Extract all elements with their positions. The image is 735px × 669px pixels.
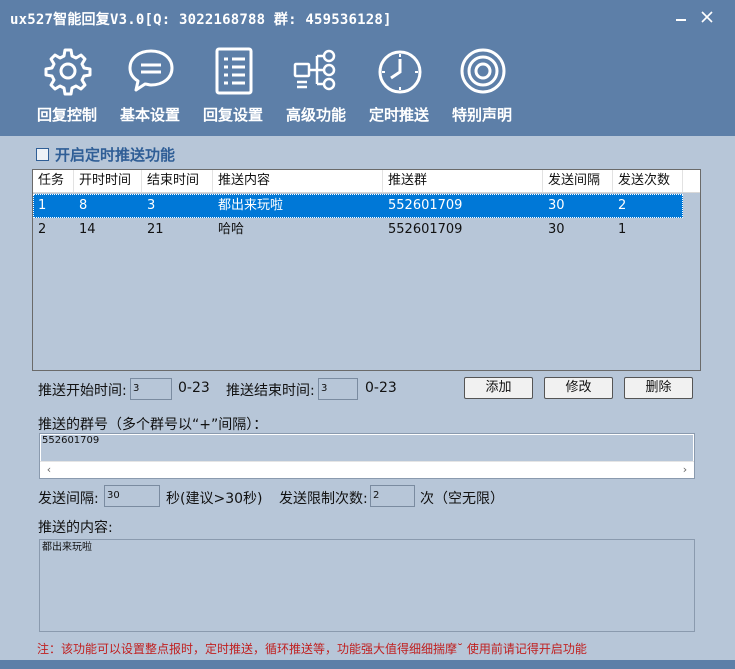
cell-end: 3 xyxy=(147,198,156,213)
toolbar-label: 高级功能 xyxy=(285,106,346,124)
enable-schedule-label: 开启定时推送功能 xyxy=(55,146,176,164)
bottom-strip xyxy=(0,660,735,669)
task-list[interactable]: 任务 开时时间 结束时间 推送内容 推送群 发送间隔 发送次数 1 8 3 都出… xyxy=(32,169,701,371)
cell-content: 都出来玩啦 xyxy=(218,198,284,213)
end-time-input[interactable]: 3 xyxy=(318,378,358,400)
minimize-icon xyxy=(676,19,686,21)
column-header[interactable]: 推送内容 xyxy=(213,170,383,192)
toolbar-advanced[interactable]: 高级功能 xyxy=(276,46,356,128)
cell-start: 14 xyxy=(79,222,96,237)
cell-content: 哈哈 xyxy=(218,222,245,237)
column-header[interactable]: 推送群 xyxy=(383,170,543,192)
toolbar-special-statement[interactable]: 特别声明 xyxy=(442,46,522,128)
interval-label: 发送间隔: xyxy=(38,491,99,507)
toolbar-label: 回复控制 xyxy=(36,106,97,124)
cell-group: 552601709 xyxy=(388,198,463,213)
cell-group: 552601709 xyxy=(388,222,463,237)
task-list-header: 任务 开时时间 结束时间 推送内容 推送群 发送间隔 发送次数 xyxy=(33,170,700,193)
interval-input[interactable]: 30 xyxy=(104,485,160,507)
window-title: ux527智能回复V3.0[Q: 3022168788 群: 459536128… xyxy=(10,12,392,28)
end-time-range: 0-23 xyxy=(365,380,397,396)
start-time-input[interactable]: 3 xyxy=(130,378,172,400)
toolbar-label: 特别声明 xyxy=(451,106,512,124)
content-label: 推送的内容: xyxy=(38,520,113,536)
toolbar-scheduled-push[interactable]: 定时推送 xyxy=(359,46,439,128)
cell-start: 8 xyxy=(79,198,88,213)
edit-button[interactable]: 修改 xyxy=(544,377,613,399)
toolbar-reply-settings[interactable]: 回复设置 xyxy=(193,46,273,128)
limit-label: 发送限制次数: xyxy=(279,491,368,507)
usage-note: 注：该功能可以设置整点报时，定时推送，循环推送等，功能强大值得细细揣摩˘ 使用前… xyxy=(37,642,587,656)
cell-count: 2 xyxy=(618,198,627,213)
toolbar-label: 基本设置 xyxy=(119,106,180,124)
content-textarea[interactable]: 都出来玩啦 xyxy=(39,539,695,632)
toolbar-basic-settings[interactable]: 基本设置 xyxy=(110,46,190,128)
toolbar-label: 定时推送 xyxy=(368,106,429,124)
column-header[interactable]: 发送次数 xyxy=(613,170,683,192)
column-header[interactable]: 开时时间 xyxy=(74,170,142,192)
add-button[interactable]: 添加 xyxy=(464,377,533,399)
enable-schedule-row[interactable]: 开启定时推送功能 xyxy=(36,144,175,165)
column-header[interactable]: 任务 xyxy=(33,170,74,192)
groups-input[interactable]: 552601709 ‹ › xyxy=(39,433,695,479)
toolbar-label: 回复设置 xyxy=(202,106,263,124)
gear-icon xyxy=(44,48,92,96)
target-icon xyxy=(460,48,506,94)
cell-task: 2 xyxy=(38,222,47,237)
cell-end: 21 xyxy=(147,222,164,237)
start-time-range: 0-23 xyxy=(178,380,210,396)
end-time-label: 推送结束时间: xyxy=(226,383,315,399)
cell-task: 1 xyxy=(38,198,47,213)
network-icon xyxy=(293,49,336,91)
limit-input[interactable]: 2 xyxy=(370,485,415,507)
table-row[interactable]: 2 14 21 哈哈 552601709 30 1 xyxy=(33,218,683,242)
column-header[interactable]: 发送间隔 xyxy=(543,170,613,192)
close-icon xyxy=(701,11,713,23)
clock-icon xyxy=(378,50,422,94)
cell-count: 1 xyxy=(618,222,627,237)
groups-horizontal-scrollbar[interactable]: ‹ › xyxy=(40,461,694,478)
scroll-right-icon[interactable]: › xyxy=(678,463,692,477)
toolbar-reply-control[interactable]: 回复控制 xyxy=(27,46,107,128)
list-icon xyxy=(215,47,253,95)
column-header[interactable]: 结束时间 xyxy=(142,170,213,192)
interval-suffix: 秒(建议>30秒) xyxy=(166,491,263,507)
enable-schedule-checkbox[interactable] xyxy=(36,148,49,161)
scroll-left-icon[interactable]: ‹ xyxy=(42,463,56,477)
header-bar: ux527智能回复V3.0[Q: 3022168788 群: 459536128… xyxy=(0,0,735,136)
groups-value: 552601709 xyxy=(41,435,693,462)
cell-interval: 30 xyxy=(548,198,565,213)
close-button[interactable] xyxy=(696,6,718,28)
table-row[interactable]: 1 8 3 都出来玩啦 552601709 30 2 xyxy=(33,194,683,218)
groups-label: 推送的群号（多个群号以“+”间隔）： xyxy=(38,417,268,433)
start-time-label: 推送开始时间: xyxy=(38,383,127,399)
minimize-button[interactable] xyxy=(670,6,692,28)
delete-button[interactable]: 删除 xyxy=(624,377,693,399)
cell-interval: 30 xyxy=(548,222,565,237)
limit-suffix: 次（空无限） xyxy=(420,491,504,507)
chat-bubble-icon xyxy=(128,49,174,92)
